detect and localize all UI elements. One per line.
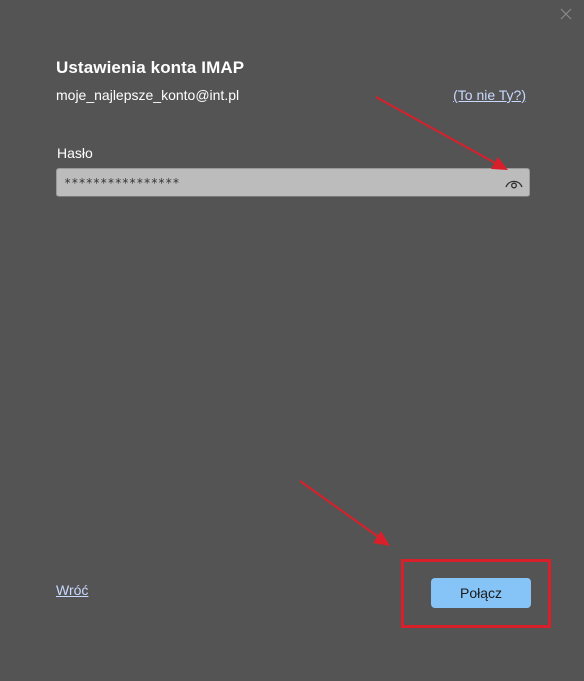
dialog-title: Ustawienia konta IMAP	[56, 58, 245, 77]
annotation-arrow-to-button	[299, 480, 390, 546]
imap-settings-dialog: Ustawienia konta IMAP moje_najlepsze_kon…	[0, 0, 584, 681]
not-you-link[interactable]: (To nie Ty?)	[453, 87, 526, 103]
close-icon	[560, 8, 572, 20]
password-field[interactable]	[56, 168, 530, 197]
back-link[interactable]: Wróć	[56, 582, 88, 598]
reveal-password-button[interactable]	[503, 173, 525, 193]
password-input[interactable]	[57, 169, 497, 196]
close-button[interactable]	[556, 4, 576, 24]
password-label: Hasło	[57, 145, 93, 161]
eye-icon	[505, 180, 523, 189]
annotation-arrow-to-eye	[375, 96, 508, 170]
account-email: moje_najlepsze_konto@int.pl	[56, 87, 240, 103]
connect-button[interactable]: Połącz	[431, 578, 531, 608]
